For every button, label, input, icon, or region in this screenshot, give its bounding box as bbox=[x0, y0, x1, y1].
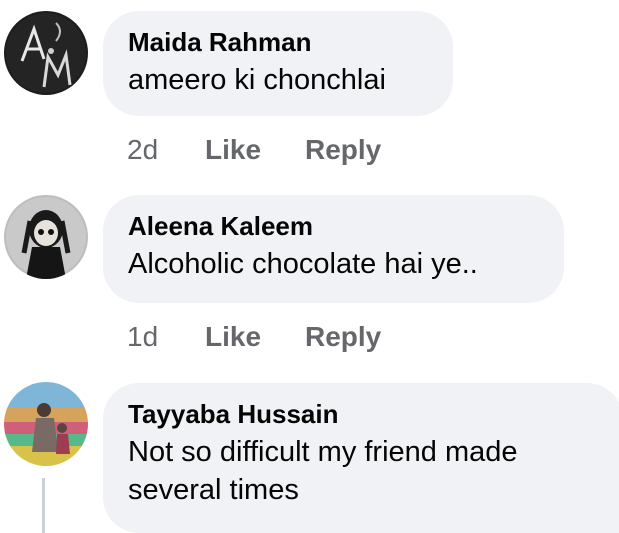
comment-bubble: Tayyaba Hussain Not so difficult my frie… bbox=[103, 383, 619, 533]
comment-author[interactable]: Tayyaba Hussain bbox=[128, 398, 597, 430]
comment-author[interactable]: Aleena Kaleem bbox=[128, 210, 538, 242]
avatar-icon[interactable] bbox=[4, 195, 88, 279]
avatar-icon[interactable] bbox=[4, 11, 88, 95]
comment-bubble: Maida Rahman ameero ki chonchlai bbox=[103, 11, 453, 116]
comment-actions: 1d Like Reply bbox=[127, 320, 381, 354]
comment-actions: 2d Like Reply bbox=[127, 133, 381, 167]
like-button[interactable]: Like bbox=[205, 133, 305, 167]
reply-button[interactable]: Reply bbox=[305, 320, 381, 354]
comment-timestamp[interactable]: 1d bbox=[127, 320, 205, 354]
like-button[interactable]: Like bbox=[205, 320, 305, 354]
comment-bubble: Aleena Kaleem Alcoholic chocolate hai ye… bbox=[103, 195, 564, 303]
thread-line bbox=[42, 478, 45, 533]
comment-text: Alcoholic chocolate hai ye.. bbox=[128, 248, 478, 280]
comment-text: ameero ki chonchlai bbox=[128, 64, 386, 96]
avatar-icon[interactable] bbox=[4, 382, 88, 466]
reply-button[interactable]: Reply bbox=[305, 133, 381, 167]
comment-timestamp[interactable]: 2d bbox=[127, 133, 205, 167]
comment-author[interactable]: Maida Rahman bbox=[128, 26, 427, 58]
comment-text: Not so difficult my friend made several … bbox=[128, 436, 518, 506]
